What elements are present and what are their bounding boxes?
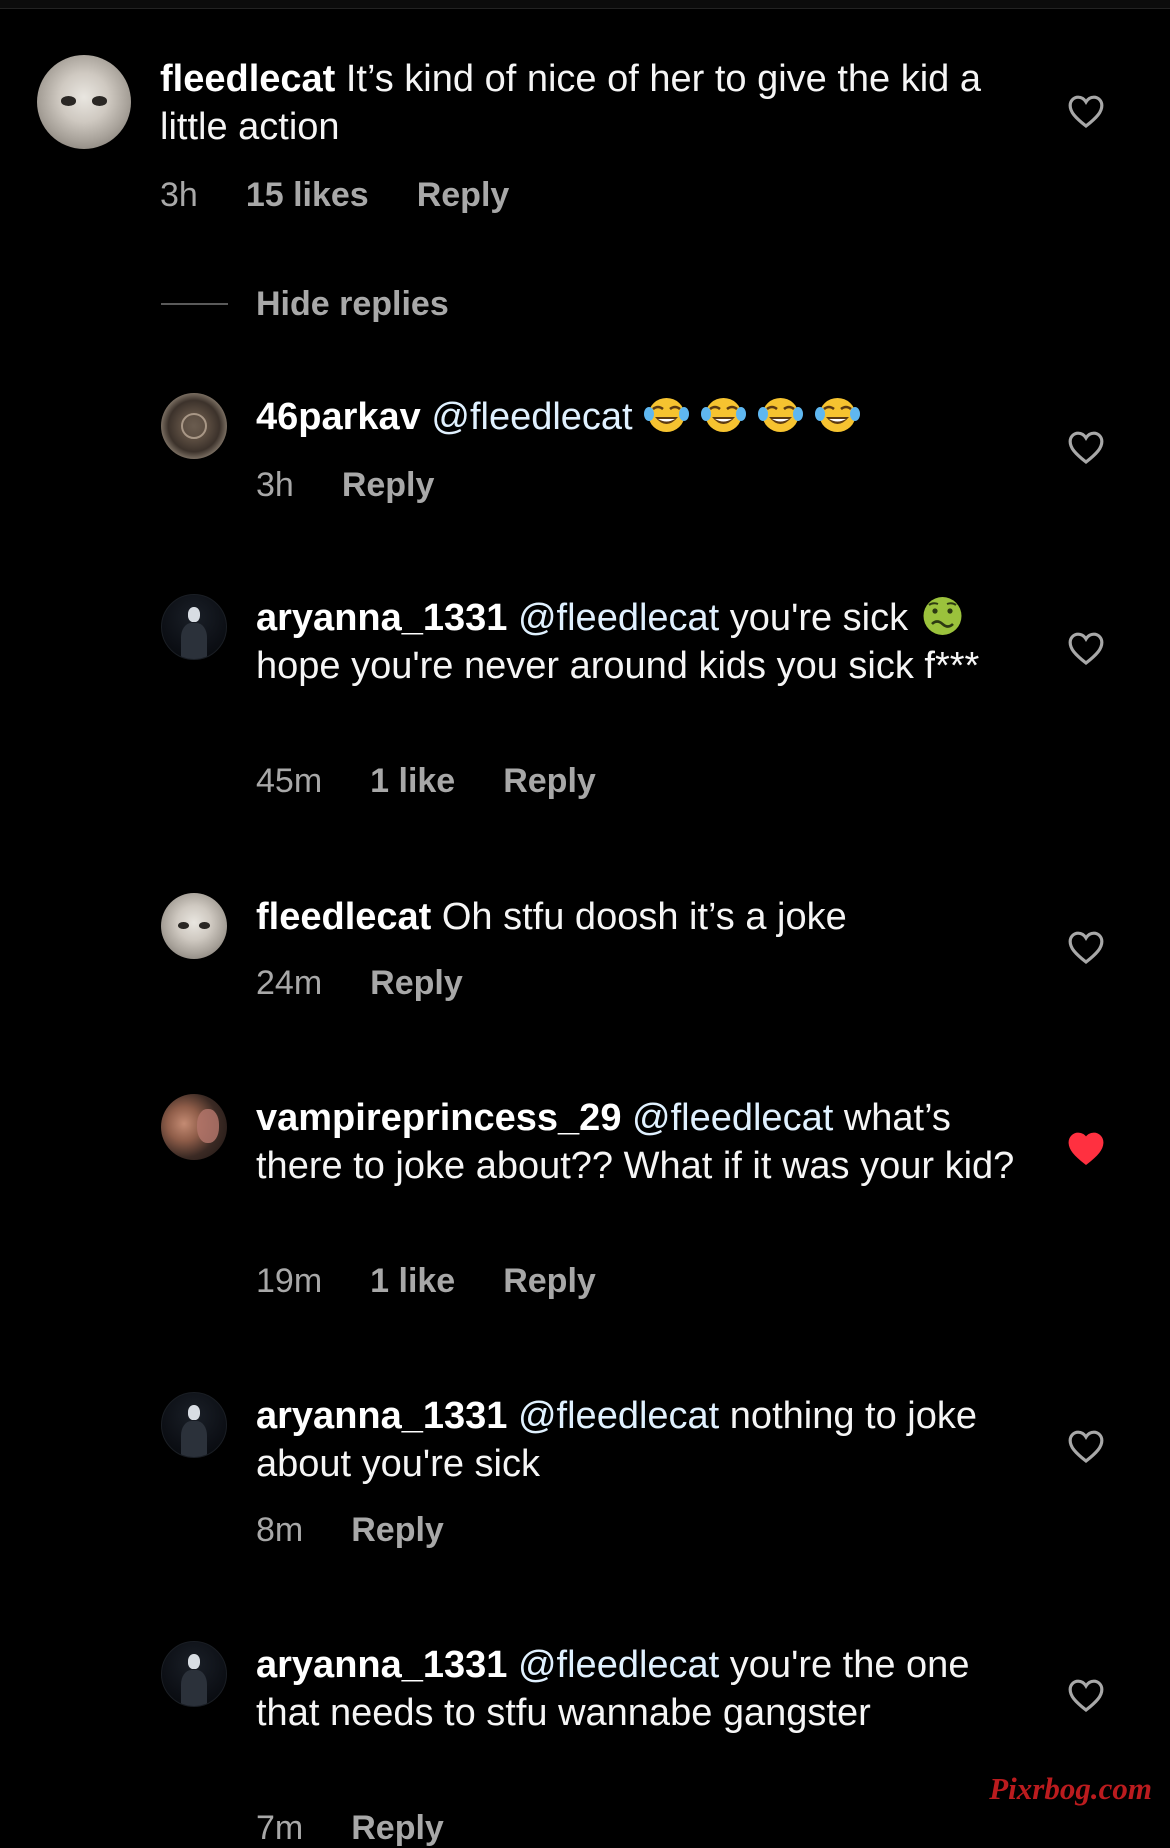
like-heart-icon[interactable] [1067,1677,1105,1713]
mention-link[interactable]: @fleedlecat [518,597,719,639]
mention-link[interactable]: @fleedlecat [632,1097,833,1139]
reply-username[interactable]: vampireprincess_29 [256,1097,621,1139]
reply-meta: 7m Reply [256,1808,492,1848]
mention-link[interactable]: @fleedlecat [431,396,632,438]
reply-text: hope you're never around kids you sick f… [256,645,980,687]
reply-time: 24m [256,964,323,1002]
avatar[interactable] [161,1392,227,1458]
avatar[interactable] [161,1641,227,1707]
reply-username[interactable]: fleedlecat [256,896,431,938]
hide-replies-toggle[interactable]: Hide replies [161,283,561,325]
comment-meta: 3h 15 likes Reply [160,175,557,215]
reply-time: 3h [256,466,294,504]
reply-username[interactable]: aryanna_1331 [256,1644,507,1686]
reply-username[interactable]: aryanna_1331 [256,597,507,639]
reply-username[interactable]: 46parkav [256,396,421,438]
reply-body: aryanna_1331 @fleedlecat you're sick hop… [256,594,1020,690]
like-heart-icon[interactable] [1067,1428,1105,1464]
reply-body: aryanna_1331 @fleedlecat nothing to joke… [256,1392,1020,1488]
reply-button[interactable]: Reply [417,176,510,214]
liked-heart-icon[interactable] [1067,1130,1105,1166]
nauseated-face-icon [919,594,966,638]
reply-body: fleedlecat Oh stfu doosh it’s a joke [256,893,1020,941]
reply-time: 8m [256,1511,304,1549]
avatar[interactable] [37,55,131,149]
reply-meta: 8m Reply [256,1510,492,1550]
like-heart-icon[interactable] [1067,429,1105,465]
reply-meta: 19m 1 like Reply [256,1261,644,1301]
reply-time: 19m [256,1262,323,1300]
comment-body: fleedlecat It’s kind of nice of her to g… [160,55,1020,151]
reply-body: aryanna_1331 @fleedlecat you're the one … [256,1641,1020,1737]
mention-link[interactable]: @fleedlecat [518,1395,719,1437]
avatar[interactable] [161,1094,227,1160]
reply-username[interactable]: aryanna_1331 [256,1395,507,1437]
reply-meta: 3h Reply [256,465,482,505]
reply-time: 7m [256,1809,304,1847]
comment-likes[interactable]: 15 likes [246,176,369,214]
like-heart-icon[interactable] [1067,630,1105,666]
comment-time: 3h [160,176,198,214]
watermark: Pixrbog.com [989,1771,1152,1806]
reply-body: vampireprincess_29 @fleedlecat what’s th… [256,1094,1020,1190]
replies-divider-line [161,303,228,305]
reply-meta: 24m Reply [256,963,511,1003]
reply-button[interactable]: Reply [503,1262,596,1300]
face-with-tears-of-joy-icon [814,393,861,437]
reply-button[interactable]: Reply [370,964,463,1002]
like-heart-icon[interactable] [1067,93,1105,129]
top-divider [0,0,1170,9]
reply-likes[interactable]: 1 like [370,762,455,800]
comment-username[interactable]: fleedlecat [160,58,335,100]
reply-button[interactable]: Reply [351,1809,444,1847]
like-heart-icon[interactable] [1067,929,1105,965]
hide-replies-label[interactable]: Hide replies [256,283,449,325]
reply-text: you're sick [729,597,909,639]
face-with-tears-of-joy-icon [643,393,690,437]
reply-likes[interactable]: 1 like [370,1262,455,1300]
avatar[interactable] [161,594,227,660]
face-with-tears-of-joy-icon [700,393,747,437]
reply-button[interactable]: Reply [351,1511,444,1549]
reply-text: Oh stfu doosh it’s a joke [441,896,847,938]
avatar[interactable] [161,893,227,959]
reply-body: 46parkav @fleedlecat [256,393,1020,441]
reply-meta: 45m 1 like Reply [256,761,644,801]
mention-link[interactable]: @fleedlecat [518,1644,719,1686]
reply-time: 45m [256,762,323,800]
reply-button[interactable]: Reply [503,762,596,800]
reply-button[interactable]: Reply [342,466,435,504]
face-with-tears-of-joy-icon [757,393,804,437]
avatar[interactable] [161,393,227,459]
